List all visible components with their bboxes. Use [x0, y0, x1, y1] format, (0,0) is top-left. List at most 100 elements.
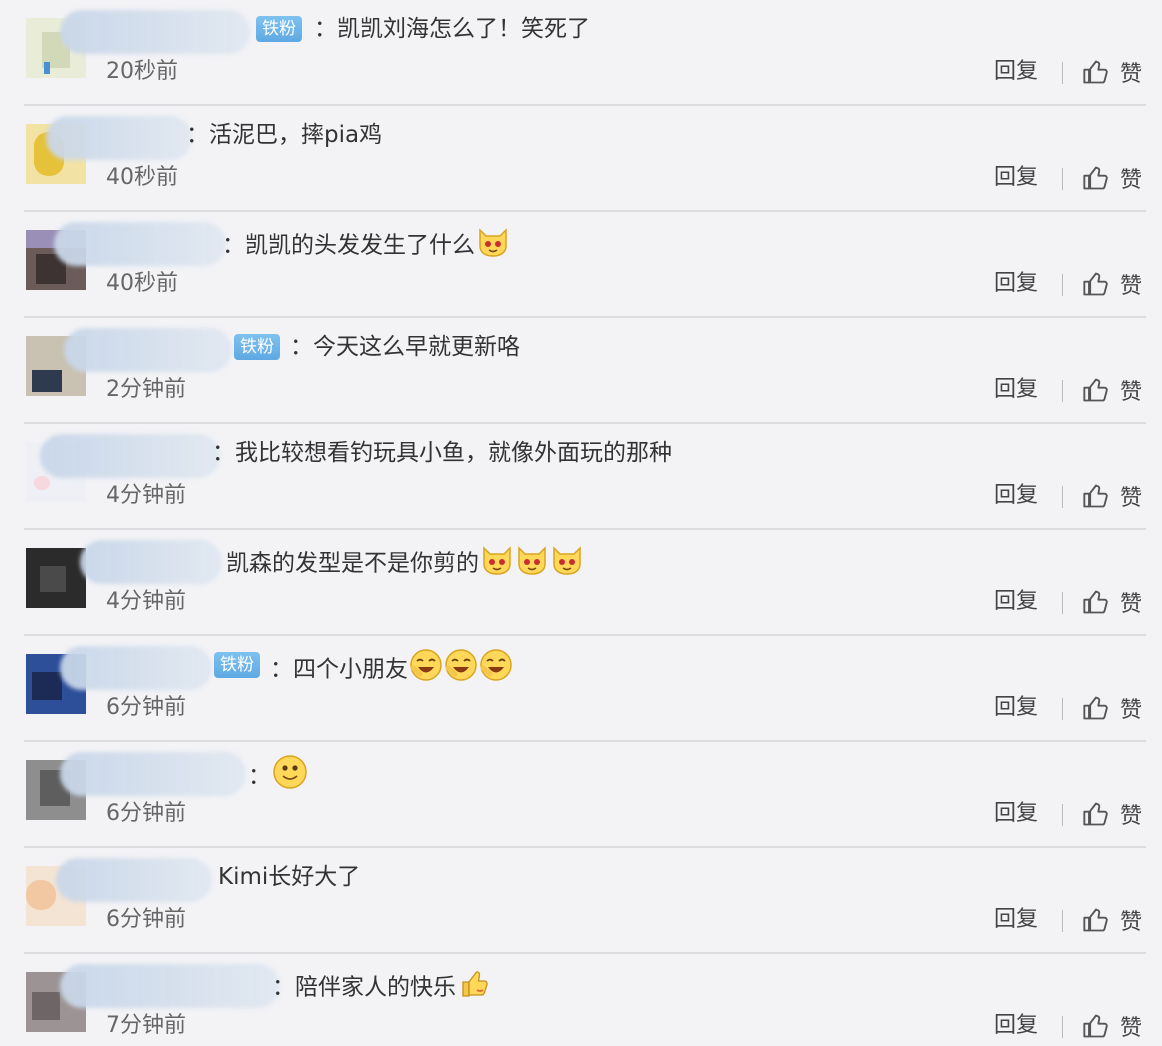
username-blurred[interactable]: [54, 222, 226, 266]
like-label: 赞: [1120, 698, 1143, 723]
like-label: 赞: [1120, 804, 1143, 829]
thumbs-up-icon: [1083, 272, 1108, 296]
like-button[interactable]: 赞: [1082, 480, 1142, 512]
username-blurred[interactable]: [60, 964, 280, 1008]
thumbs-up-icon: [1083, 908, 1108, 932]
cat-face-emoji: [515, 542, 549, 586]
username-blurred[interactable]: [64, 328, 232, 372]
comment-time: 4分钟前: [106, 483, 186, 508]
laughing-face-emoji: [409, 648, 443, 692]
like-button[interactable]: 赞: [1082, 162, 1142, 194]
comment-time: 7分钟前: [106, 1013, 186, 1038]
like-label: 赞: [1120, 592, 1143, 617]
reply-button[interactable]: 回复: [994, 904, 1038, 936]
thumbs-up-icon: [1083, 802, 1108, 826]
comment-item: ：我比较想看钓玩具小鱼，就像外面玩的那种 4分钟前 回复 赞: [0, 424, 1162, 530]
thumbs-up-icon: [1083, 378, 1108, 402]
username-blurred[interactable]: [80, 540, 222, 584]
username-blurred[interactable]: [40, 434, 220, 478]
like-button[interactable]: 赞: [1082, 904, 1142, 936]
comment-text: ：凯凯的头发发生了什么: [222, 224, 510, 268]
action-separator: [1062, 698, 1063, 720]
thumbs-up-emoji: [457, 966, 491, 1010]
comment-text: ：今天这么早就更新咯: [290, 334, 520, 360]
like-label: 赞: [1120, 1016, 1143, 1041]
username-blurred[interactable]: [60, 646, 212, 690]
reply-button[interactable]: 回复: [994, 798, 1038, 830]
laughing-face-emoji: [479, 648, 513, 692]
cat-face-emoji: [476, 224, 510, 268]
like-button[interactable]: 赞: [1082, 798, 1142, 830]
username-blurred[interactable]: [60, 752, 246, 796]
like-label: 赞: [1120, 62, 1143, 87]
avatar[interactable]: [26, 548, 86, 608]
username-blurred[interactable]: [60, 10, 250, 54]
comment-text: ：我比较想看钓玩具小鱼，就像外面玩的那种: [212, 440, 672, 466]
thumbs-up-icon: [1083, 1014, 1108, 1038]
comment-time: 40秒前: [106, 165, 178, 190]
action-separator: [1062, 486, 1063, 508]
comment-item: ：活泥巴，摔pia鸡 40秒前 回复 赞: [0, 106, 1162, 212]
reply-button[interactable]: 回复: [994, 162, 1038, 194]
reply-button[interactable]: 回复: [994, 1010, 1038, 1042]
comment-item: 铁粉 ：凯凯刘海怎么了！笑死了 20秒前 回复 赞: [0, 0, 1162, 106]
action-separator: [1062, 910, 1063, 932]
comment-item: ：凯凯的头发发生了什么 40秒前 回复 赞: [0, 212, 1162, 318]
cat-face-emoji: [550, 542, 584, 586]
comment-item: Kimi长好大了 6分钟前 回复 赞: [0, 848, 1162, 954]
like-button[interactable]: 赞: [1082, 586, 1142, 618]
smile-face-emoji: [272, 754, 308, 800]
fan-badge: 铁粉: [256, 16, 302, 42]
like-label: 赞: [1120, 380, 1143, 405]
reply-button[interactable]: 回复: [994, 56, 1038, 88]
username-blurred[interactable]: [46, 116, 192, 160]
thumbs-up-icon: [1083, 166, 1108, 190]
like-label: 赞: [1120, 168, 1143, 193]
comment-text: 凯森的发型是不是你剪的: [226, 542, 584, 586]
comment-time: 40秒前: [106, 271, 178, 296]
thumbs-up-icon: [1083, 484, 1108, 508]
comment-time: 4分钟前: [106, 589, 186, 614]
comment-text: ：陪伴家人的快乐: [272, 966, 491, 1010]
laughing-face-emoji: [444, 648, 478, 692]
comment-text: ：: [248, 754, 308, 800]
fan-badge: 铁粉: [234, 334, 280, 360]
like-button[interactable]: 赞: [1082, 1010, 1142, 1042]
comment-text: ：活泥巴，摔pia鸡: [186, 122, 383, 148]
reply-button[interactable]: 回复: [994, 480, 1038, 512]
action-separator: [1062, 62, 1063, 84]
comment-time: 6分钟前: [106, 695, 186, 720]
like-button[interactable]: 赞: [1082, 374, 1142, 406]
like-button[interactable]: 赞: [1082, 692, 1142, 724]
reply-button[interactable]: 回复: [994, 692, 1038, 724]
thumbs-up-icon: [1083, 60, 1108, 84]
comment-item: 铁粉 ：四个小朋友 6分钟前 回复 赞: [0, 636, 1162, 742]
thumbs-up-icon: [1083, 696, 1108, 720]
comment-item: 凯森的发型是不是你剪的 4分钟前 回复 赞: [0, 530, 1162, 636]
reply-button[interactable]: 回复: [994, 268, 1038, 300]
comment-item: ：陪伴家人的快乐 7分钟前 回复 赞: [0, 954, 1162, 1046]
fan-badge: 铁粉: [214, 652, 260, 678]
comment-time: 6分钟前: [106, 907, 186, 932]
comment-text: ：凯凯刘海怎么了！笑死了: [314, 16, 590, 42]
comment-item: 铁粉 ：今天这么早就更新咯 2分钟前 回复 赞: [0, 318, 1162, 424]
comment-time: 20秒前: [106, 59, 178, 84]
comment-time: 2分钟前: [106, 377, 186, 402]
cat-face-emoji: [480, 542, 514, 586]
like-label: 赞: [1120, 910, 1143, 935]
reply-button[interactable]: 回复: [994, 586, 1038, 618]
comment-item: ： 6分钟前 回复 赞: [0, 742, 1162, 848]
like-button[interactable]: 赞: [1082, 268, 1142, 300]
action-separator: [1062, 274, 1063, 296]
username-blurred[interactable]: [56, 858, 212, 902]
comment-time: 6分钟前: [106, 801, 186, 826]
action-separator: [1062, 380, 1063, 402]
action-separator: [1062, 1016, 1063, 1038]
action-separator: [1062, 168, 1063, 190]
action-separator: [1062, 804, 1063, 826]
like-label: 赞: [1120, 274, 1143, 299]
reply-button[interactable]: 回复: [994, 374, 1038, 406]
like-button[interactable]: 赞: [1082, 56, 1142, 88]
comment-text: Kimi长好大了: [218, 864, 361, 890]
thumbs-up-icon: [1083, 590, 1108, 614]
